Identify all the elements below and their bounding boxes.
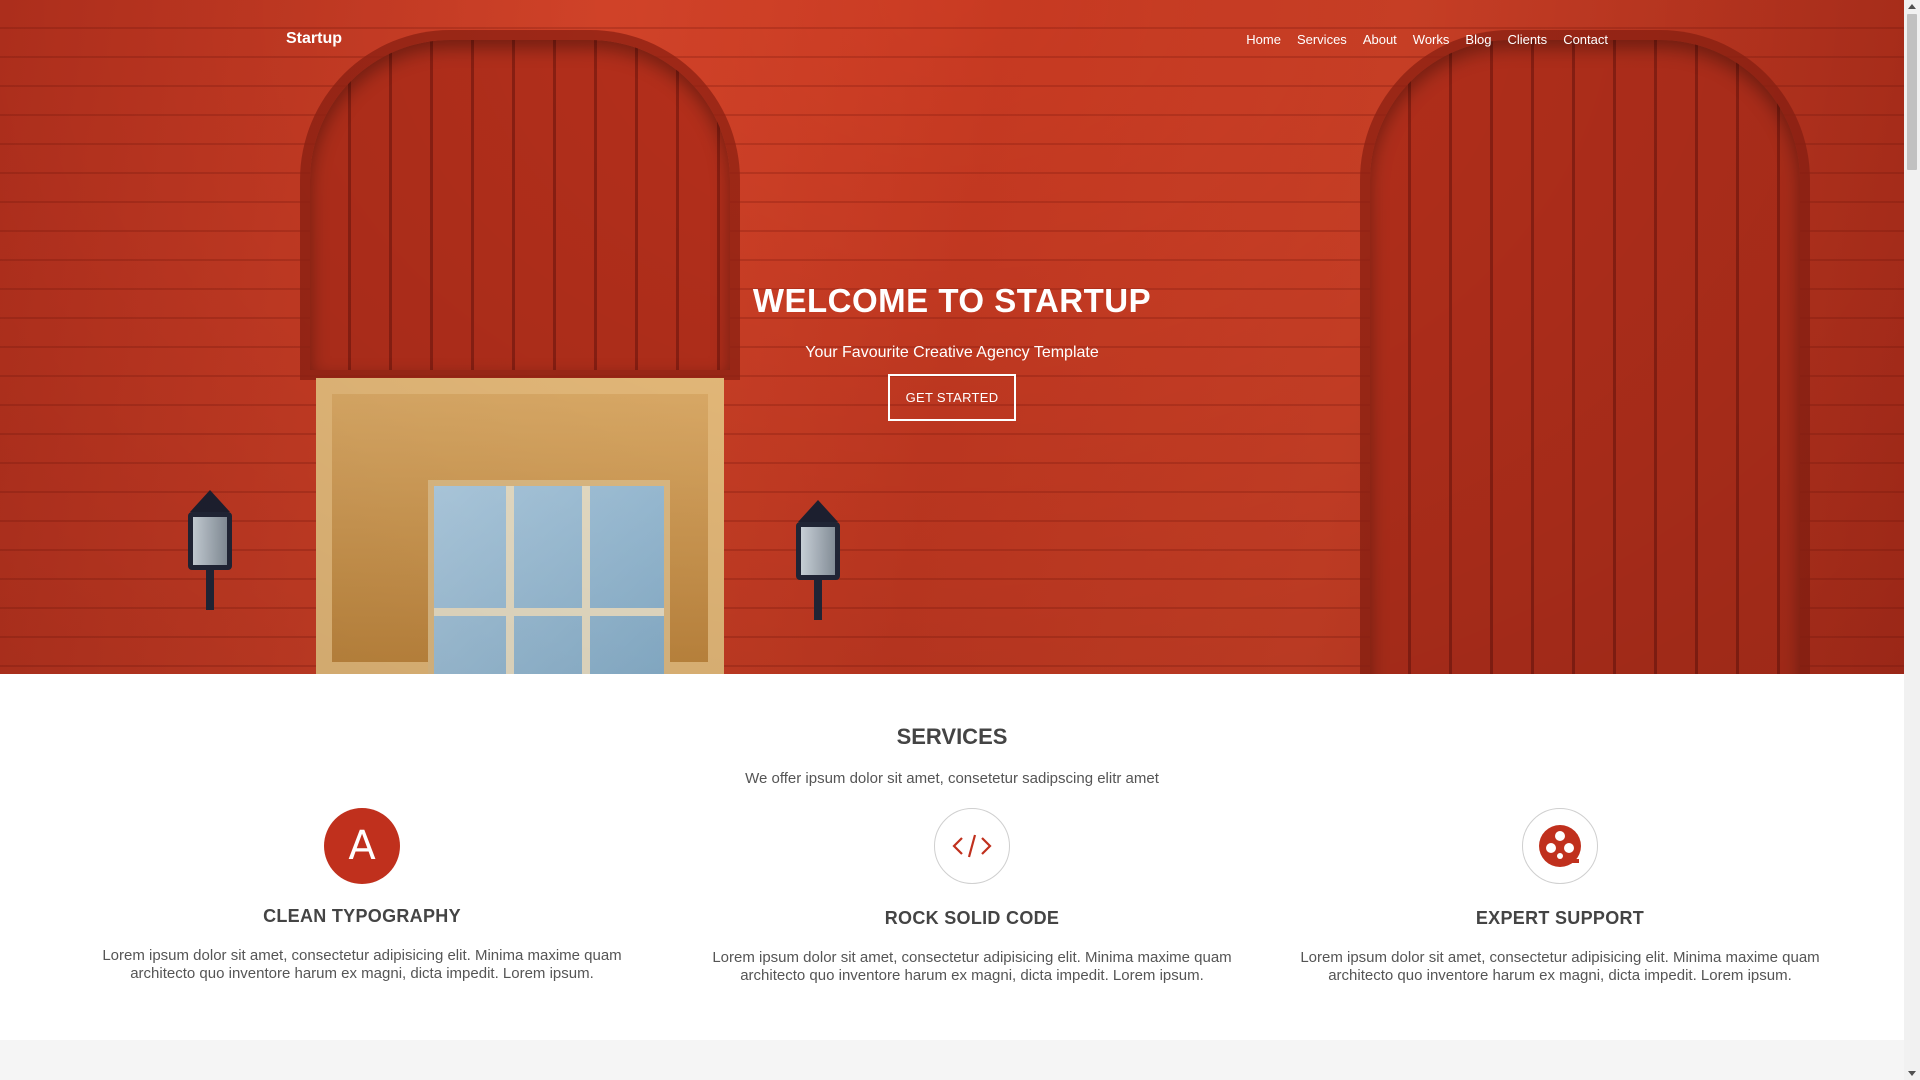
- get-started-button[interactable]: GET STARTED: [887, 374, 1017, 421]
- letter-a-icon: A: [324, 808, 400, 884]
- scroll-up-arrow-icon[interactable]: [1908, 4, 1916, 9]
- top-navbar: Startup Home Services About Works Blog C…: [0, 0, 1904, 80]
- services-title: SERVICES: [896, 724, 1008, 749]
- nav-menu: Home Services About Works Blog Clients C…: [1246, 32, 1608, 47]
- service-card-typography: A CLEAN TYPOGRAPHY Lorem ipsum dolor sit…: [72, 808, 652, 983]
- nav-link-contact[interactable]: Contact: [1563, 32, 1608, 47]
- service-card-code: ROCK SOLID CODE Lorem ipsum dolor sit am…: [682, 808, 1262, 985]
- nav-link-works[interactable]: Works: [1413, 32, 1450, 47]
- service-card-support: EXPERT SUPPORT Lorem ipsum dolor sit ame…: [1270, 808, 1850, 985]
- hero-content: WELCOME TO STARTUP Your Favourite Creati…: [0, 282, 1904, 421]
- service-name: CLEAN TYPOGRAPHY: [263, 906, 461, 926]
- nav-link-clients[interactable]: Clients: [1507, 32, 1547, 47]
- service-name: ROCK SOLID CODE: [884, 908, 1060, 928]
- support-reel-icon: [1522, 808, 1598, 884]
- nav-link-home[interactable]: Home: [1246, 32, 1281, 47]
- scroll-down-arrow-icon[interactable]: [1908, 1071, 1916, 1076]
- service-name: EXPERT SUPPORT: [1475, 908, 1645, 928]
- services-section: SERVICES We offer ipsum dolor sit amet, …: [0, 674, 1904, 1040]
- nav-link-services[interactable]: Services: [1297, 32, 1347, 47]
- next-section-band: [0, 1040, 1904, 1080]
- service-description: Lorem ipsum dolor sit amet, consectetur …: [1300, 949, 1820, 984]
- brand-logo[interactable]: Startup: [286, 30, 342, 48]
- page: Startup Home Services About Works Blog C…: [0, 0, 1904, 1080]
- hero-section: Startup Home Services About Works Blog C…: [0, 0, 1904, 674]
- scrollbar-thumb[interactable]: [1907, 14, 1917, 170]
- hero-title: WELCOME TO STARTUP: [752, 282, 1152, 319]
- code-icon: [934, 808, 1010, 884]
- nav-link-blog[interactable]: Blog: [1465, 32, 1491, 47]
- page-scrollbar[interactable]: [1904, 0, 1920, 1080]
- hero-subtitle: Your Favourite Creative Agency Template: [805, 344, 1099, 361]
- service-description: Lorem ipsum dolor sit amet, consectetur …: [102, 947, 622, 982]
- service-description: Lorem ipsum dolor sit amet, consectetur …: [712, 949, 1232, 984]
- nav-link-about[interactable]: About: [1363, 32, 1397, 47]
- services-subtitle: We offer ipsum dolor sit amet, consetetu…: [745, 770, 1159, 787]
